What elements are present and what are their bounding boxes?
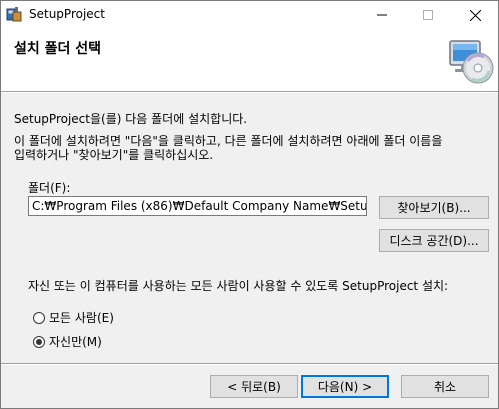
radio-label-just-me: 자신만(M)	[49, 335, 102, 349]
close-button[interactable]	[452, 1, 498, 29]
computer-cd-icon	[444, 39, 496, 85]
maximize-button[interactable]	[405, 1, 451, 29]
minimize-icon	[377, 14, 387, 16]
folder-label: 폴더(F):	[28, 181, 71, 195]
radio-button-just-me[interactable]	[33, 335, 45, 348]
next-button[interactable]: 다음(N) >	[301, 375, 389, 398]
setup-window: SetupProject 설치 폴더 선택 SetupProject을(를) 다…	[0, 0, 499, 409]
maximize-icon	[423, 10, 433, 20]
instruction-text-line2: 입력하거나 "찾아보기"를 클릭하십시오.	[14, 148, 214, 162]
page-header: 설치 폴더 선택	[1, 29, 498, 91]
radio-label-everyone: 모든 사람(E)	[49, 311, 114, 325]
installer-icon	[6, 6, 22, 22]
title-bar[interactable]: SetupProject	[1, 1, 498, 29]
back-button[interactable]: < 뒤로(B)	[210, 375, 298, 398]
folder-path-input[interactable]: C:₩Program Files (x86)₩Default Company N…	[28, 196, 367, 216]
minimize-button[interactable]	[359, 1, 405, 29]
radio-just-me[interactable]: 자신만(M)	[33, 333, 102, 350]
cancel-button[interactable]: 취소	[401, 375, 489, 398]
page-title: 설치 폴더 선택	[14, 41, 102, 57]
window-title: SetupProject	[29, 7, 105, 21]
close-icon	[469, 9, 481, 21]
browse-button[interactable]: 찾아보기(B)...	[379, 196, 489, 219]
intro-text: SetupProject을(를) 다음 폴더에 설치합니다.	[14, 112, 248, 126]
radio-everyone[interactable]: 모든 사람(E)	[33, 309, 114, 326]
install-for-label: 자신 또는 이 컴퓨터를 사용하는 모든 사람이 사용할 수 있도록 Setup…	[28, 279, 449, 293]
disk-space-button[interactable]: 디스크 공간(D)...	[379, 229, 489, 252]
radio-button-everyone[interactable]	[33, 311, 45, 324]
